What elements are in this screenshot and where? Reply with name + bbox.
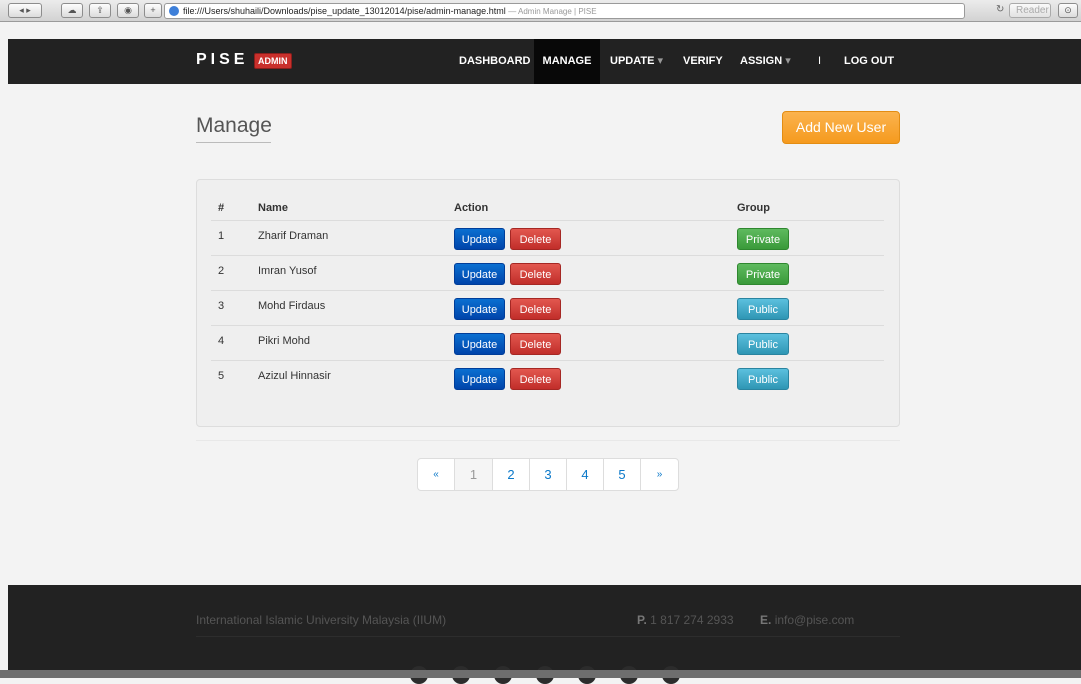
divider [211,325,884,326]
icloud-icon[interactable]: ☁ [61,3,83,18]
divider [211,255,884,256]
page-button-4[interactable]: 4 [567,459,604,490]
nav-user[interactable]: I [818,39,821,84]
row-number: 4 [218,335,225,347]
nav-verify[interactable]: VERIFY [683,39,723,84]
divider [211,360,884,361]
group-badge[interactable]: Public [737,298,789,320]
delete-button[interactable]: Delete [510,263,561,285]
next-page-button[interactable]: » [641,459,678,490]
col-header-name: Name [258,202,288,214]
new-tab-icon[interactable]: + [144,3,162,18]
footer-phone: P. 1 817 274 2933 [637,613,734,627]
nav-logout[interactable]: LOG OUT [844,39,894,84]
row-name: Imran Yusof [258,265,317,277]
nav-update[interactable]: UPDATE ▾ [610,39,663,84]
page-button-2[interactable]: 2 [493,459,530,490]
history-icon[interactable]: ◉ [117,3,139,18]
update-button[interactable]: Update [454,298,505,320]
update-button[interactable]: Update [454,368,505,390]
divider [211,290,884,291]
chevron-down-icon: ▾ [657,55,664,67]
share-icon[interactable]: ⇪ [89,3,111,18]
footer-org: International Islamic University Malaysi… [196,613,447,627]
phone-number: 1 817 274 2933 [650,613,734,627]
nav-assign[interactable]: ASSIGN ▾ [740,39,791,84]
nav-dashboard[interactable]: DASHBOARD [459,39,531,84]
group-badge[interactable]: Private [737,228,789,250]
update-button[interactable]: Update [454,263,505,285]
row-number: 1 [218,230,225,242]
logo[interactable]: PISE [196,51,248,69]
add-new-user-button[interactable]: Add New User [782,111,900,144]
row-number: 5 [218,370,225,382]
group-badge[interactable]: Public [737,333,789,355]
delete-button[interactable]: Delete [510,368,561,390]
col-header-num: # [218,202,225,214]
update-button[interactable]: Update [454,333,505,355]
browser-toolbar: ◂ ▸ ☁ ⇪ ◉ + file:///Users/shuhaili/Downl… [0,0,1081,22]
downloads-icon[interactable]: ⊙ [1058,3,1078,18]
nav-manage[interactable]: MANAGE [534,39,600,84]
row-name: Zharif Draman [258,230,329,242]
row-number: 2 [218,265,225,277]
row-name: Pikri Mohd [258,335,310,347]
footer-divider [196,636,900,637]
divider [211,220,884,221]
update-button[interactable]: Update [454,228,505,250]
page-button-1[interactable]: 1 [455,459,493,490]
group-badge[interactable]: Public [737,368,789,390]
admin-badge: ADMIN [254,53,292,69]
delete-button[interactable]: Delete [510,333,561,355]
url-text: file:///Users/shuhaili/Downloads/pise_up… [183,6,506,16]
address-bar[interactable]: file:///Users/shuhaili/Downloads/pise_up… [164,3,965,19]
footer-email[interactable]: E. info@pise.com [760,613,854,627]
col-header-group: Group [737,202,770,214]
nav-assign-label: ASSIGN [740,55,783,67]
phone-label: P. [637,613,647,627]
page-title: Manage [196,114,272,137]
row-name: Mohd Firdaus [258,300,326,312]
page-button-3[interactable]: 3 [530,459,567,490]
window-bottom-edge [0,670,1081,678]
reload-icon[interactable]: ↻ [996,4,1004,15]
row-number: 3 [218,300,225,312]
col-header-action: Action [454,202,489,214]
nav-update-label: UPDATE [610,55,655,67]
delete-button[interactable]: Delete [510,228,561,250]
delete-button[interactable]: Delete [510,298,561,320]
pagination: « 1 2 3 4 5 » [417,458,679,491]
email-label: E. [760,613,772,627]
divider [196,440,900,441]
reader-button[interactable]: Reader [1009,3,1051,18]
row-name: Azizul Hinnasir [258,370,331,382]
prev-page-button[interactable]: « [418,459,455,490]
chevron-down-icon: ▾ [785,55,791,67]
page-button-5[interactable]: 5 [604,459,641,490]
back-forward-button[interactable]: ◂ ▸ [8,3,42,18]
email-address: info@pise.com [774,613,855,627]
globe-icon [169,6,179,16]
group-badge[interactable]: Private [737,263,789,285]
footer [8,585,1081,678]
title-underline [196,142,271,143]
page-title-text: — Admin Manage | PISE [508,7,597,16]
